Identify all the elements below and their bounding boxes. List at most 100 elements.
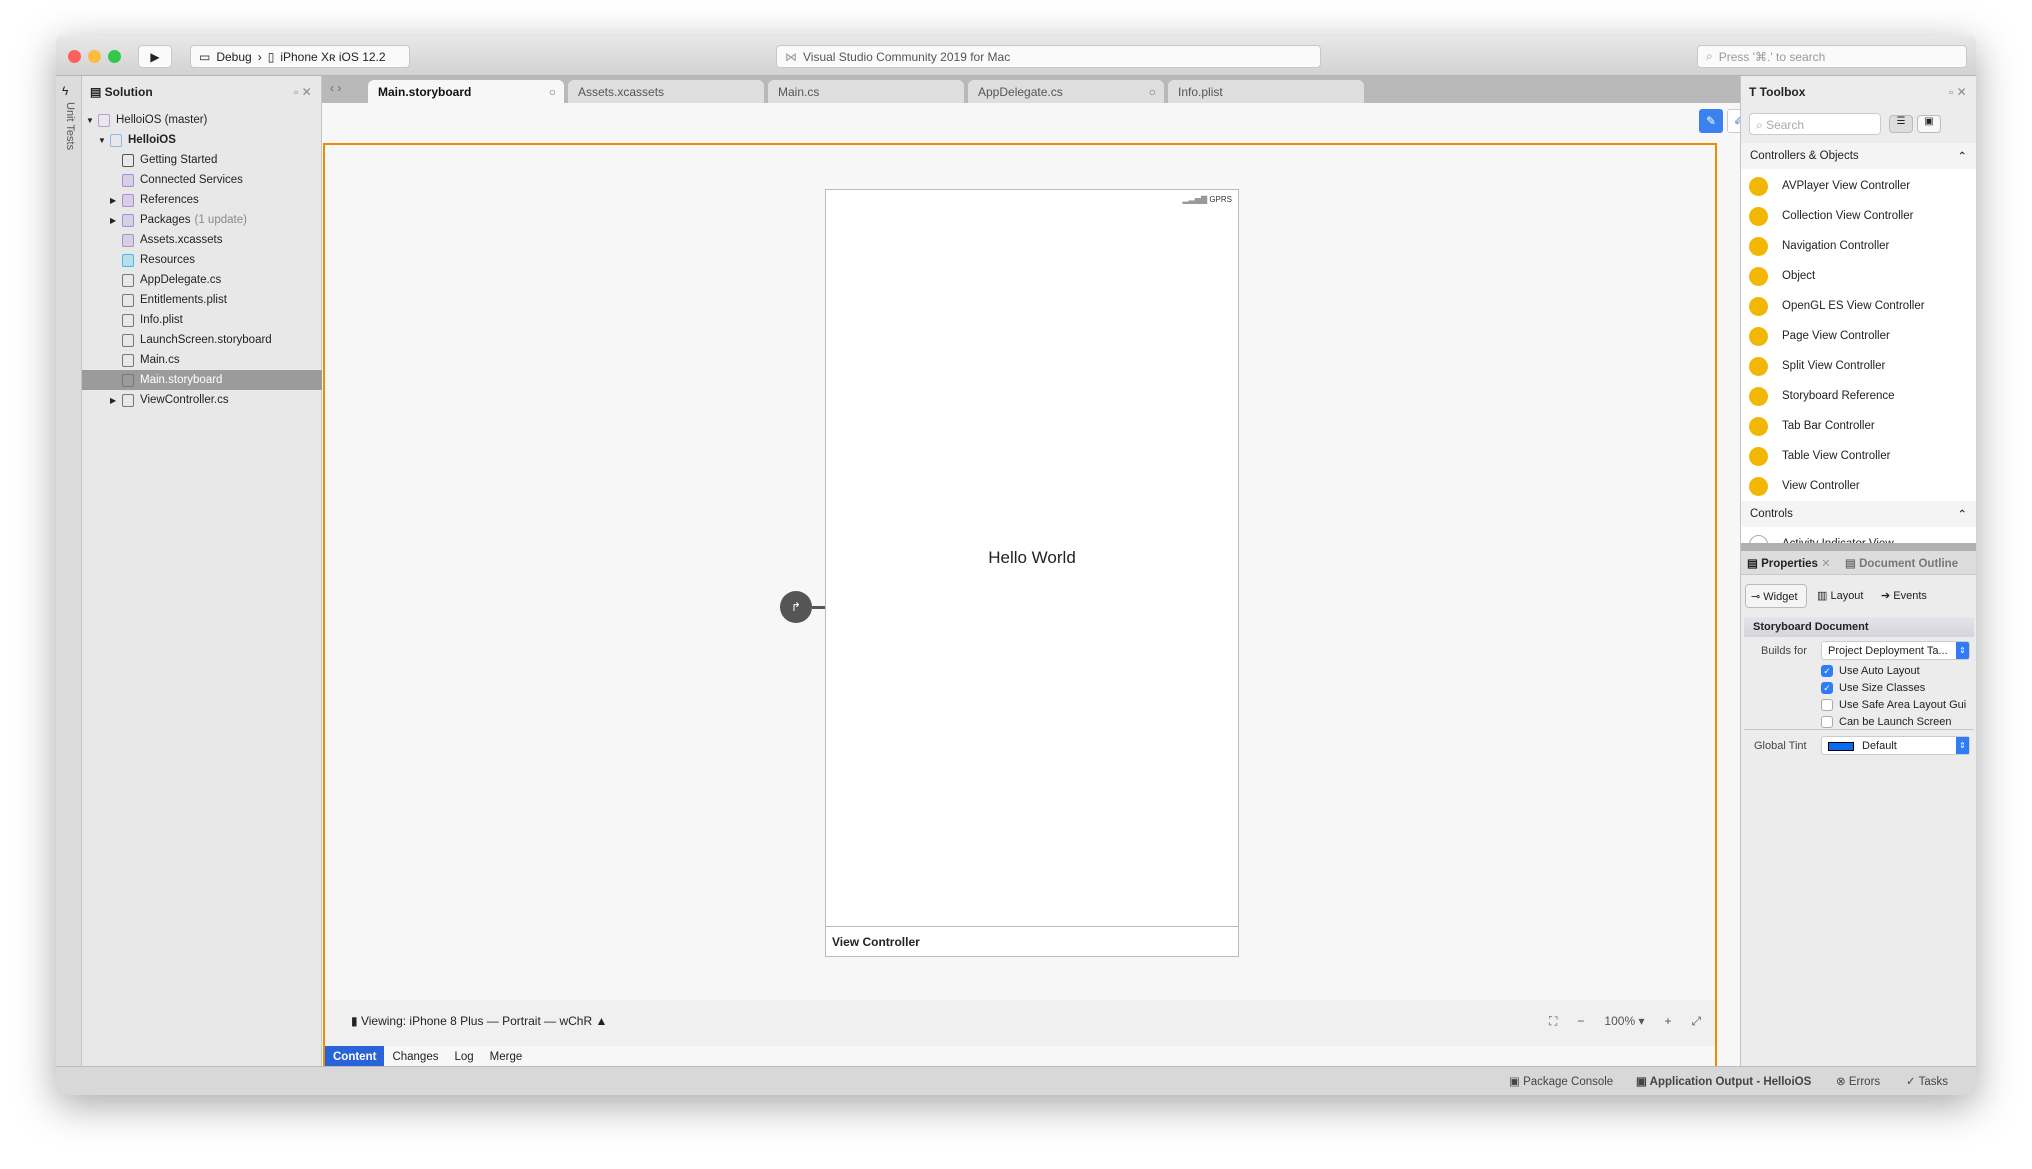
tint-swatch — [1828, 741, 1854, 751]
solution-tree-item[interactable]: Assets.xcassets — [82, 230, 322, 250]
errors-button[interactable]: ⊗ Errors — [1836, 1074, 1880, 1088]
solution-tree-item[interactable]: Connected Services — [82, 170, 322, 190]
toolbox-item[interactable]: Page View Controller — [1741, 321, 1976, 351]
toolbox-item[interactable]: View Controller — [1741, 471, 1976, 501]
viewing-selector[interactable]: ▮ Viewing: iPhone 8 Plus — Portrait — wC… — [351, 1014, 607, 1028]
toolbox-item[interactable]: OpenGL ES View Controller — [1741, 291, 1976, 321]
controller-icon — [1749, 534, 1768, 543]
toolbox-item[interactable]: Storyboard Reference — [1741, 381, 1976, 411]
toolbox-item[interactable]: Navigation Controller — [1741, 231, 1976, 261]
controller-icon — [1749, 236, 1768, 256]
global-tint-select[interactable]: Default ⇕ — [1821, 736, 1970, 755]
zoom-window-button[interactable] — [108, 50, 121, 63]
solution-tree-item[interactable]: ▶ Packages (1 update) — [82, 210, 322, 230]
toolbox-item[interactable]: Table View Controller — [1741, 441, 1976, 471]
expand-icon[interactable]: ⤢ — [1692, 1014, 1702, 1029]
widget-tab[interactable]: ⊸ Widget — [1745, 584, 1807, 608]
solution-tree-item[interactable]: Getting Started — [82, 150, 322, 170]
toolbox-item-label: Collection View Controller — [1782, 210, 1914, 222]
run-button[interactable]: ▶ — [138, 45, 172, 68]
toolbox-item[interactable]: Tab Bar Controller — [1741, 411, 1976, 441]
list-view-button[interactable]: ☰ — [1889, 115, 1913, 133]
solution-tree-item[interactable]: Main.storyboard — [82, 370, 322, 390]
toolbox-search[interactable]: ⌕ Search — [1749, 113, 1881, 135]
toolbox-item[interactable]: AVPlayer View Controller — [1741, 171, 1976, 201]
zoom-in-icon[interactable]: + — [1664, 1014, 1671, 1029]
solution-tree-item[interactable]: Main.cs — [82, 350, 322, 370]
builds-for-select[interactable]: Project Deployment Ta... ⇕ — [1821, 641, 1970, 660]
unit-tests-tab[interactable]: Unit Tests — [64, 102, 76, 150]
layout-tab-label: Layout — [1830, 590, 1864, 602]
checkbox[interactable] — [1821, 699, 1833, 712]
solution-tree-item[interactable]: AppDelegate.cs — [82, 270, 322, 290]
expander-icon[interactable]: ▶ — [110, 396, 122, 405]
toolbox-item[interactable]: Split View Controller — [1741, 351, 1976, 381]
tab-appdelegate-cs[interactable]: AppDelegate.cs ○ — [968, 80, 1164, 103]
toolbox-section-header[interactable]: Controllers & Objects ⌃ — [1741, 143, 1976, 169]
solution-tree-item[interactable]: LaunchScreen.storyboard — [82, 330, 322, 350]
solution-tree-item[interactable]: ▼ HelloiOS — [82, 130, 322, 150]
events-tab[interactable]: ➔ Events — [1881, 589, 1927, 602]
expander-icon[interactable]: ▶ — [110, 216, 122, 225]
pad-splitter[interactable] — [1741, 543, 1976, 551]
tab-properties[interactable]: ▤ Properties ✕ — [1747, 556, 1831, 570]
pad-close-icon[interactable]: ▫ ✕ — [294, 85, 312, 99]
configuration-selector[interactable]: ▭ Debug › ▯ iPhone Xʀ iOS 12.2 — [190, 45, 410, 68]
tasks-label: Tasks — [1918, 1076, 1949, 1088]
expander-icon[interactable]: ▼ — [98, 136, 110, 145]
solution-tree-item[interactable]: ▶ References — [82, 190, 322, 210]
solution-tree-item[interactable]: Entitlements.plist — [82, 290, 322, 310]
checkbox-row[interactable]: Use Safe Area Layout Gui — [1821, 699, 1966, 716]
toolbox-item[interactable]: Activity Indicator View — [1741, 529, 1976, 543]
solution-tree-item[interactable]: ▼ HelloiOS (master) — [82, 110, 322, 130]
tab-info-plist[interactable]: Info.plist — [1168, 80, 1364, 103]
collapse-icon[interactable]: ⌃ — [1957, 507, 1967, 521]
expander-icon[interactable]: ▼ — [86, 116, 98, 125]
checkbox-row[interactable]: Can be Launch Screen — [1821, 716, 1966, 733]
checkbox[interactable] — [1821, 716, 1833, 729]
hello-label[interactable]: Hello World — [826, 548, 1238, 568]
fit-icon[interactable]: ⛶ — [1549, 1014, 1557, 1029]
expander-icon[interactable]: ▶ — [110, 196, 122, 205]
pad-close-icon[interactable]: ▫ ✕ — [1949, 85, 1967, 99]
solution-tree-item[interactable]: Resources — [82, 250, 322, 270]
controller-icon — [1749, 386, 1768, 406]
application-output-button[interactable]: ▣ Application Output - HelloiOS — [1636, 1074, 1811, 1088]
tasks-button[interactable]: ✓ Tasks — [1906, 1074, 1948, 1088]
tab-assets-xcassets[interactable]: Assets.xcassets — [568, 80, 764, 103]
scene-dock[interactable]: View Controller — [826, 926, 1238, 956]
tree-item-label: Getting Started — [140, 154, 218, 166]
unsaved-dot-icon[interactable]: ○ — [549, 85, 556, 99]
tab-main-storyboard[interactable]: Main.storyboard ○ — [368, 80, 564, 103]
checkbox[interactable]: ✓ — [1821, 682, 1833, 695]
toolbox-section-header[interactable]: Controls ⌃ — [1741, 501, 1976, 527]
tab-main-cs[interactable]: Main.cs — [768, 80, 964, 103]
zoom-out-icon[interactable]: − — [1577, 1014, 1584, 1029]
nav-arrows[interactable]: ‹ › — [330, 81, 341, 95]
solution-tree-item[interactable]: ▶ ViewController.cs — [82, 390, 322, 410]
minimize-window-button[interactable] — [88, 50, 101, 63]
zoom-level[interactable]: 100% ▾ — [1604, 1014, 1644, 1029]
checkbox-row[interactable]: ✓ Use Size Classes — [1821, 682, 1966, 699]
view-controller-scene[interactable]: ▂▃▅▇ GPRS Hello World View Controller — [825, 189, 1239, 957]
search-field[interactable]: ⌕ Press '⌘.' to search — [1697, 45, 1967, 68]
checkbox-row[interactable]: ✓ Use Auto Layout — [1821, 665, 1966, 682]
layout-tab[interactable]: ▥ Layout — [1817, 589, 1863, 602]
tab-document-outline[interactable]: ▤ Document Outline — [1845, 556, 1958, 570]
toolbox-title: T Toolbox — [1749, 85, 1805, 99]
toolbox-search-placeholder: Search — [1766, 118, 1805, 132]
close-window-button[interactable] — [68, 50, 81, 63]
toolbox-item[interactable]: Object — [1741, 261, 1976, 291]
unsaved-dot-icon[interactable]: ○ — [1149, 85, 1156, 99]
grid-view-button[interactable]: ▣ — [1917, 115, 1941, 133]
tree-item-label: Resources — [140, 254, 195, 266]
solution-title-text: Solution — [104, 85, 153, 99]
design-mode-button[interactable]: ✎ — [1699, 109, 1723, 133]
file-icon — [122, 393, 134, 407]
collapse-icon[interactable]: ⌃ — [1957, 149, 1967, 163]
toolbox-item[interactable]: Collection View Controller — [1741, 201, 1976, 231]
package-console-button[interactable]: ▣ Package Console — [1509, 1074, 1613, 1088]
checkbox[interactable]: ✓ — [1821, 665, 1833, 678]
entry-point-icon[interactable]: ↱ — [780, 591, 812, 623]
solution-tree-item[interactable]: Info.plist — [82, 310, 322, 330]
